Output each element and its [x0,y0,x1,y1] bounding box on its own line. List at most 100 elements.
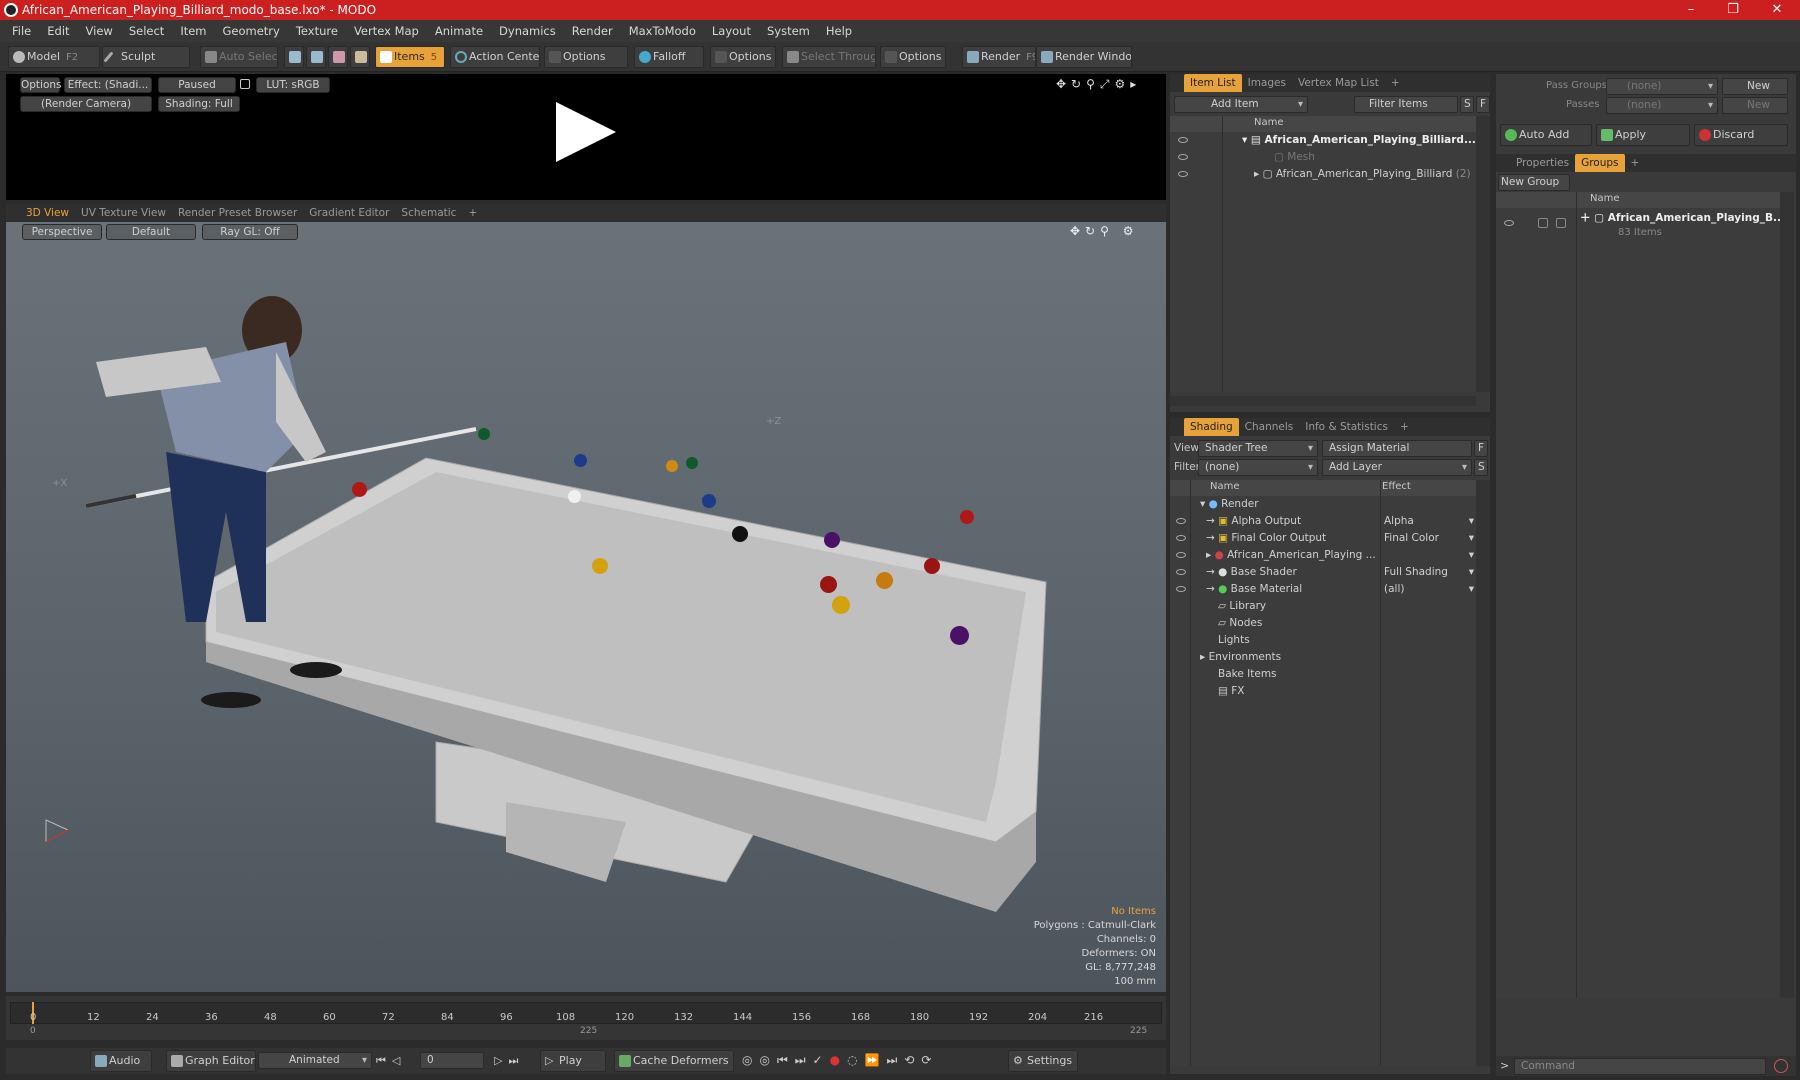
lock-checkbox[interactable] [1538,218,1548,228]
passes-dropdown[interactable]: (none) [1606,97,1718,114]
groups-scrollbar[interactable] [1780,192,1794,998]
new-pass-button[interactable]: New [1722,97,1788,114]
auto-select-button[interactable]: Auto Select [200,46,278,68]
sculpt-mode-button[interactable]: Sculpt [102,46,190,68]
preview-effect-dropdown[interactable]: Effect: (Shadi... [64,77,152,93]
action-center-button[interactable]: Action Center [450,46,540,68]
maximize-button[interactable]: ❐ [1710,0,1756,20]
add-item-dropdown[interactable]: Add Item [1174,96,1308,113]
add-tab-button[interactable]: + [1385,74,1406,92]
preview-options-button[interactable]: Options [20,77,62,93]
command-input[interactable]: Command [1514,1058,1766,1075]
tab-schematic[interactable]: Schematic [395,204,462,222]
tab-gradient-editor[interactable]: Gradient Editor [303,204,395,222]
menu-system[interactable]: System [759,24,818,38]
eye-icon[interactable] [1176,586,1186,592]
timeline[interactable]: 0 225 225 [6,996,1166,1040]
eye-icon[interactable] [1504,220,1514,226]
items-mode-button[interactable]: Items 5 [375,46,445,68]
new-pass-group-button[interactable]: New [1722,78,1788,95]
menu-help[interactable]: Help [818,24,860,38]
item-row-mesh[interactable]: ▢ Mesh [1274,149,1315,166]
menu-vertex-map[interactable]: Vertex Map [346,24,427,38]
menu-texture[interactable]: Texture [288,24,346,38]
menu-edit[interactable]: Edit [39,24,77,38]
lock-icon[interactable] [240,79,250,89]
key-tools[interactable]: ◎◎⏮⏭✓●◌⏩⏭⟲⟳ [742,1053,938,1068]
shader-view-dropdown[interactable]: Shader Tree [1198,440,1318,457]
render-window-button[interactable]: Render Window [1036,46,1132,68]
shader-row-final-color[interactable]: → ▣ Final Color Output [1206,530,1326,547]
menu-view[interactable]: View [78,24,121,38]
polygons-mode-button[interactable] [328,46,348,68]
assign-material-button[interactable]: Assign Material [1322,440,1472,457]
prev-key-buttons[interactable]: ⏮◁ [376,1054,406,1068]
tab-images[interactable]: Images [1242,74,1292,92]
item-row-scene[interactable]: ▾ ▤ African_American_Playing_Billiard... [1242,132,1476,149]
select-options-button[interactable]: Options [880,46,946,68]
minimize-button[interactable]: – [1668,0,1714,20]
close-button[interactable]: ✕ [1754,0,1800,20]
eye-icon[interactable] [1176,569,1186,575]
play-button[interactable]: ▷ Play [540,1050,606,1072]
tab-info-statistics[interactable]: Info & Statistics [1299,418,1394,436]
eye-icon[interactable] [1176,518,1186,524]
audio-button[interactable]: Audio [90,1050,152,1072]
3d-viewport[interactable]: Perspective Default Ray GL: Off ✥↻⚲ ⚙ +X… [6,222,1166,992]
new-group-button[interactable]: New Group [1498,174,1570,191]
tab-3d-view[interactable]: 3D View [20,204,75,222]
eye-icon[interactable] [1178,154,1188,160]
menu-dynamics[interactable]: Dynamics [491,24,564,38]
cache-deformers-button[interactable]: Cache Deformers [614,1050,734,1072]
add-layer-dropdown[interactable]: Add Layer [1322,459,1472,476]
add-tab-button[interactable]: + [1625,154,1646,172]
tab-item-list[interactable]: Item List [1184,74,1242,92]
item-list-hscrollbar[interactable] [1170,396,1476,406]
shader-row-library[interactable]: ▱ Library [1218,598,1266,615]
item-row-group[interactable]: ▸ ▢ African_American_Playing_Billiard (2… [1254,166,1471,183]
group-row[interactable]: ＋ ▢ African_American_Playing_B... [1580,210,1785,227]
select-checkbox[interactable] [1556,218,1566,228]
eye-icon[interactable] [1176,535,1186,541]
shading-filter-dropdown[interactable]: (none) [1198,459,1318,476]
shader-row-base-material[interactable]: → ● Base Material [1206,581,1302,598]
shader-row-nodes[interactable]: ▱ Nodes [1218,615,1262,632]
auto-add-button[interactable]: Auto Add [1500,124,1592,146]
eye-icon[interactable] [1178,171,1188,177]
lut-dropdown[interactable]: LUT: sRGB [256,77,330,93]
shader-row-render[interactable]: ▾ ● Render [1200,496,1259,513]
tab-shading[interactable]: Shading [1184,418,1239,436]
tab-vertex-map-list[interactable]: Vertex Map List [1292,74,1385,92]
animated-dropdown[interactable]: Animated [258,1052,372,1069]
timeline-ruler[interactable] [10,1002,1162,1024]
shading-f-toggle[interactable]: F [1474,440,1488,457]
tab-uv-texture-view[interactable]: UV Texture View [75,204,172,222]
shader-row-environments[interactable]: ▸ Environments [1200,649,1281,666]
materials-mode-button[interactable] [350,46,370,68]
pass-groups-dropdown[interactable]: (none) [1606,78,1718,95]
shader-row-lights[interactable]: Lights [1218,632,1250,649]
menu-maxtomodo[interactable]: MaxToModo [621,24,704,38]
discard-button[interactable]: Discard [1694,124,1788,146]
add-tab-button[interactable]: + [462,204,483,222]
vertices-mode-button[interactable] [284,46,304,68]
action-center-options-button[interactable]: Options [544,46,628,68]
tab-render-preset-browser[interactable]: Render Preset Browser [172,204,303,222]
shader-row-alpha-output[interactable]: → ▣ Alpha Output [1206,513,1301,530]
tab-groups[interactable]: Groups [1575,154,1625,172]
shader-row-base-shader[interactable]: → ● Base Shader [1206,564,1297,581]
next-key-buttons[interactable]: ▷⏭ [494,1054,524,1068]
alpha-effect-dropdown[interactable]: Alpha ▾ [1384,513,1476,530]
base-shader-effect-dropdown[interactable]: Full Shading ▾ [1384,564,1476,581]
menu-item[interactable]: Item [172,24,214,38]
eye-icon[interactable] [1178,137,1188,143]
select-through-button[interactable]: Select Through [782,46,876,68]
menu-animate[interactable]: Animate [427,24,491,38]
record-macro-icon[interactable] [1774,1059,1788,1073]
preview-view-controls[interactable]: ✥↻⚲⤢⚙▸ [1056,77,1141,92]
preview-paused-button[interactable]: Paused [158,77,236,93]
menu-layout[interactable]: Layout [704,24,759,38]
shading-s-toggle[interactable]: S [1474,459,1488,476]
filter-toggle[interactable]: F [1476,96,1490,113]
shader-row-fx[interactable]: ▤ FX [1218,683,1245,700]
